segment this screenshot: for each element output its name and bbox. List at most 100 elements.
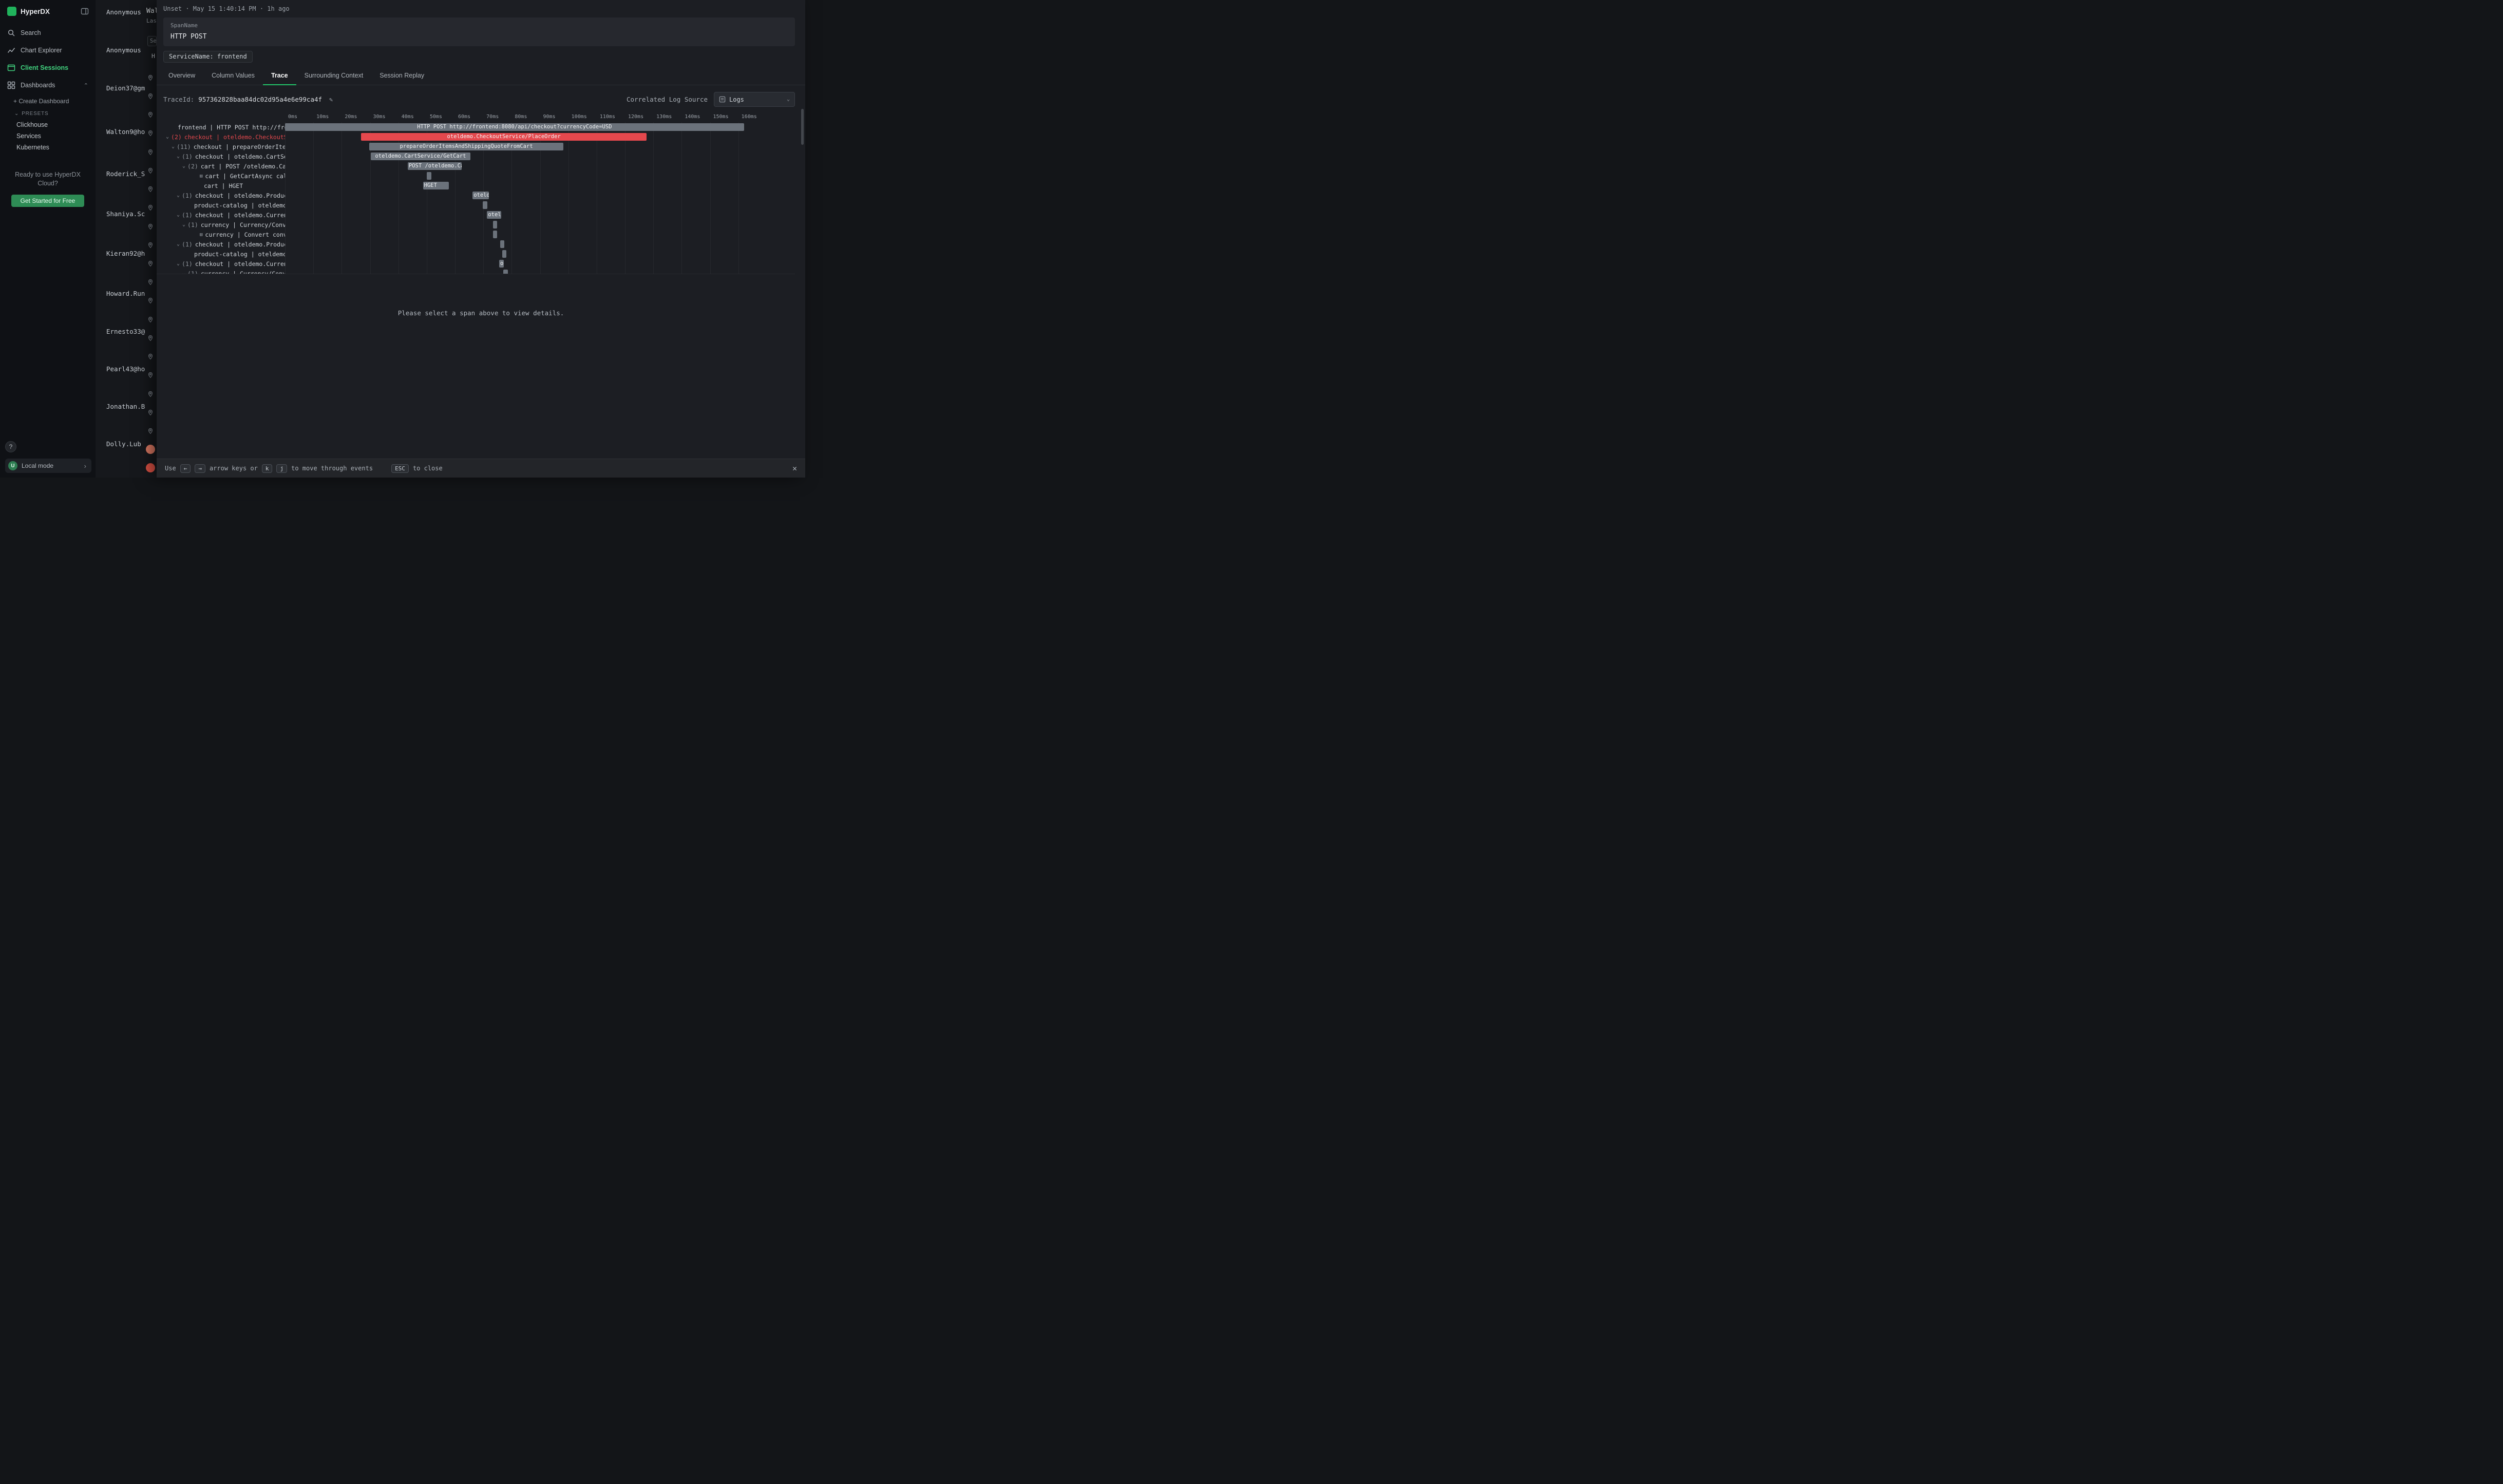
chevron-down-icon[interactable]: ⌄ [182, 271, 185, 275]
session-list-item[interactable]: Deion37@gm [106, 84, 155, 92]
map-pin-icon[interactable] [147, 185, 154, 192]
tab-session-replay[interactable]: Session Replay [371, 68, 432, 85]
trace-row[interactable]: ⌄(1)checkout | oteldemo.CurrencySe…oteld… [157, 210, 795, 220]
tab-column-values[interactable]: Column Values [203, 68, 263, 85]
map-pin-icon[interactable] [147, 166, 154, 174]
chevron-down-icon[interactable]: ⌄ [182, 164, 185, 169]
map-pin-icon[interactable] [147, 390, 154, 397]
sidebar-collapse-icon[interactable] [81, 7, 89, 15]
preset-item-clickhouse[interactable]: Clickhouse [0, 119, 96, 130]
map-pin-icon[interactable] [147, 203, 154, 211]
sidebar-item-search[interactable]: Search [0, 24, 96, 42]
trace-row[interactable]: ⌄(2)cart | POST /oteldemo.CartSe…POST /o… [157, 161, 795, 171]
map-pin-icon[interactable] [147, 129, 154, 136]
span-bar[interactable] [483, 201, 487, 209]
span-bar[interactable]: oteldemo.Curr [499, 260, 504, 268]
trace-row[interactable]: product-catalog | oteldemo.Prod… [157, 249, 795, 259]
chevron-down-icon[interactable]: ⌄ [177, 242, 180, 247]
map-pin-icon[interactable] [147, 148, 154, 155]
map-pin-icon[interactable] [147, 296, 154, 303]
chevron-down-icon[interactable]: ⌄ [177, 213, 180, 218]
trace-row[interactable]: product-catalog | oteldemo.Prod… [157, 200, 795, 210]
avatar[interactable] [146, 445, 155, 454]
span-bar[interactable] [503, 270, 508, 274]
child-count: (2) [187, 163, 198, 170]
trace-row[interactable]: cart | HGETHGET [157, 181, 795, 191]
trace-row[interactable]: ▤cart | GetCartAsync called… [157, 171, 795, 181]
map-pin-icon[interactable] [147, 110, 154, 118]
map-pin-icon[interactable] [147, 408, 154, 415]
get-started-button[interactable]: Get Started for Free [11, 195, 84, 207]
trace-row[interactable]: ⌄(2)checkout | oteldemo.CheckoutServic…o… [157, 132, 795, 142]
trace-row[interactable]: ⌄(1)checkout | oteldemo.CartServic…oteld… [157, 151, 795, 161]
span-bar[interactable]: HTTP POST http://frontend:8080/api/check… [285, 123, 744, 131]
map-pin-icon[interactable] [147, 92, 154, 99]
chevron-down-icon[interactable]: ⌄ [166, 135, 169, 140]
preset-item-services[interactable]: Services [0, 130, 96, 142]
chevron-down-icon[interactable]: ⌄ [177, 261, 180, 267]
help-button[interactable]: ? [5, 441, 16, 452]
sidebar-item-client-sessions[interactable]: Client Sessions [0, 59, 96, 77]
avatar[interactable] [146, 463, 155, 472]
trace-row[interactable]: ⌄(1)currency | Currency/Convert [157, 220, 795, 230]
span-bar[interactable] [502, 250, 506, 258]
span-bar[interactable]: oteldemo.CurrencySe [487, 211, 501, 219]
span-bar[interactable]: HGET [423, 182, 449, 189]
tick-label: 10ms [316, 114, 329, 120]
span-bar[interactable]: oteldemo.ProductCat [472, 192, 489, 199]
trace-row[interactable]: ⌄(1)currency | Currency/Convert [157, 269, 795, 274]
create-dashboard-button[interactable]: + Create Dashboard [0, 94, 96, 107]
span-bar[interactable]: prepareOrderItemsAndShippingQuoteFromCar… [369, 143, 563, 150]
log-source-select[interactable]: Logs ⌄ [714, 92, 795, 107]
span-bar[interactable] [500, 240, 504, 248]
span-bar[interactable] [493, 221, 497, 229]
child-count: (1) [182, 153, 193, 160]
search-input[interactable]: Sea [147, 36, 157, 46]
tab-surrounding-context[interactable]: Surrounding Context [296, 68, 372, 85]
child-count: (1) [182, 192, 193, 199]
span-bar[interactable] [493, 231, 497, 238]
sidebar-item-chart-explorer[interactable]: Chart Explorer [0, 42, 96, 59]
close-icon[interactable]: ✕ [792, 464, 797, 473]
trace-row[interactable]: ⌄(11)checkout | prepareOrderItemsAnd…pre… [157, 142, 795, 151]
map-pin-icon[interactable] [147, 352, 154, 359]
chevron-down-icon[interactable]: ⌄ [172, 144, 175, 149]
chevron-down-icon[interactable]: ⌄ [177, 154, 180, 159]
event-icon: ▤ [200, 232, 202, 237]
trace-row[interactable]: ⌄(1)checkout | oteldemo.ProductCat… [157, 239, 795, 249]
chevron-down-icon[interactable]: ⌄ [182, 222, 185, 227]
trace-row[interactable]: ▤currency | Convert convers… [157, 230, 795, 239]
tab-trace[interactable]: Trace [263, 68, 296, 85]
chevron-down-icon[interactable]: ⌄ [177, 193, 180, 198]
vertical-scrollbar[interactable] [801, 109, 804, 145]
span-bar[interactable] [427, 172, 431, 180]
span-bar[interactable]: oteldemo.CheckoutService/PlaceOrder [361, 133, 647, 141]
map-pin-icon[interactable] [147, 73, 154, 81]
trace-row[interactable]: frontend | HTTP POST http://frontend:…HT… [157, 122, 795, 132]
preset-item-kubernetes[interactable]: Kubernetes [0, 142, 96, 153]
trace-row[interactable]: ⌄(1)checkout | oteldemo.CurrencySe…oteld… [157, 259, 795, 269]
local-mode-button[interactable]: U Local mode › [5, 459, 91, 473]
tick-label: 30ms [373, 114, 385, 120]
service-name-chip[interactable]: ServiceName: frontend [163, 51, 253, 63]
session-list-item[interactable]: Kieran92@h [106, 250, 155, 257]
span-bar[interactable]: oteldemo.CartService/GetCart [371, 153, 471, 160]
map-pin-icon[interactable] [147, 315, 154, 322]
child-count: (1) [187, 221, 198, 229]
map-pin-icon[interactable] [147, 278, 154, 285]
chevron-up-icon[interactable]: ⌃ [84, 82, 88, 89]
trace-row[interactable]: ⌄(1)checkout | oteldemo.ProductCat…oteld… [157, 191, 795, 200]
tab-overview[interactable]: Overview [160, 68, 203, 85]
edit-pencil-icon[interactable]: ✎ [326, 95, 336, 104]
session-list-item[interactable]: Shaniya.Sc [106, 210, 155, 218]
map-pin-icon[interactable] [147, 334, 154, 341]
map-pin-icon[interactable] [147, 427, 154, 434]
map-pin-icon[interactable] [147, 371, 154, 378]
span-label: checkout | oteldemo.CheckoutServic… [184, 134, 285, 141]
span-bar[interactable]: POST /oteldemo.Cart [408, 162, 462, 170]
map-pin-icon[interactable] [147, 259, 154, 267]
map-pin-icon[interactable] [147, 222, 154, 230]
sidebar-item-dashboards[interactable]: Dashboards ⌃ [0, 77, 96, 94]
map-pin-icon[interactable] [147, 241, 154, 248]
session-list-item[interactable]: Anonymous [106, 46, 155, 54]
